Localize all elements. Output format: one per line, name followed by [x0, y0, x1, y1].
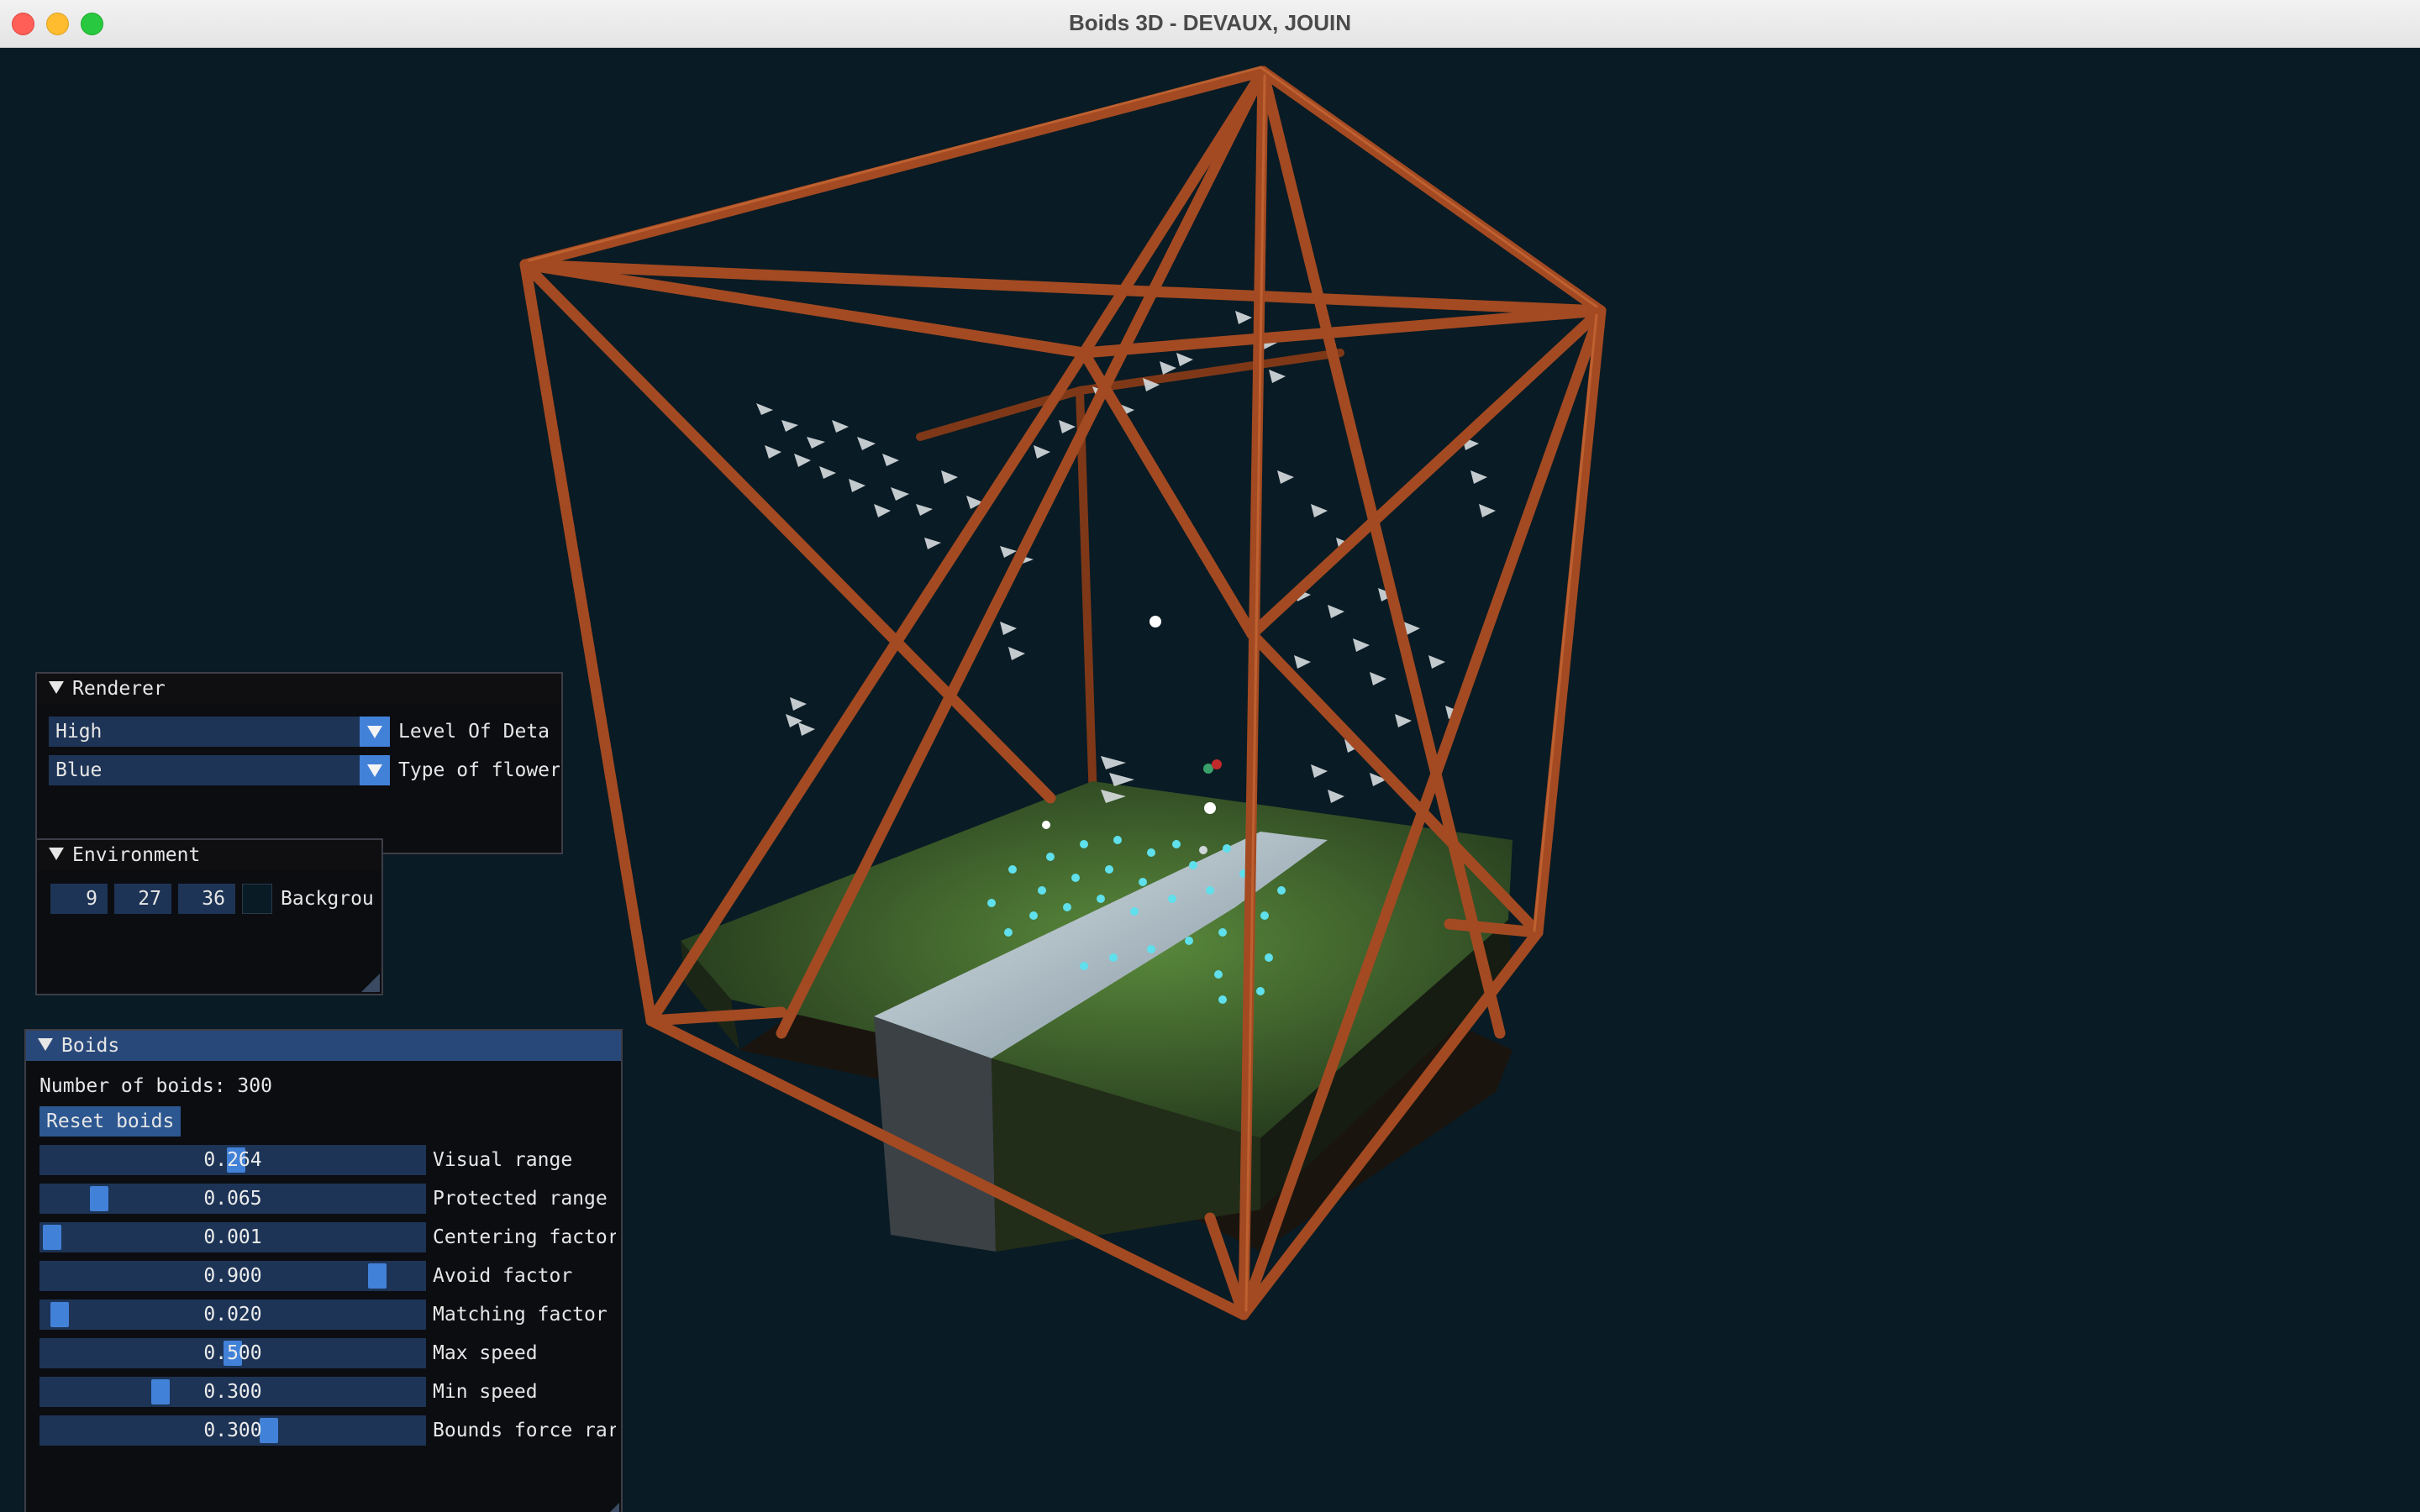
boids-count-text: Number of boids: 300: [39, 1075, 272, 1097]
boids-panel: Boids Number of boids: 300 Reset boids 0…: [24, 1029, 623, 1512]
slider-value: 0.001: [203, 1226, 262, 1248]
min-speed-label: Min speed: [433, 1381, 538, 1403]
3d-viewport[interactable]: Renderer High Level Of Deta Blue Type of…: [0, 48, 2420, 1512]
dropdown-arrow-icon: [360, 755, 390, 785]
resize-grip-icon[interactable]: [601, 1503, 619, 1512]
visual-range-slider[interactable]: 0.264: [39, 1145, 426, 1175]
slider-value: 0.500: [203, 1342, 262, 1364]
background-green-field[interactable]: 27: [114, 884, 171, 914]
slider-value: 0.300: [203, 1381, 262, 1403]
slider-value: 0.264: [203, 1149, 262, 1171]
background-color-label: Backgrou: [281, 888, 374, 910]
background-color-swatch[interactable]: [242, 884, 272, 914]
environment-header-label: Environment: [72, 844, 201, 866]
protected-range-label: Protected range: [433, 1188, 608, 1210]
level-of-detail-label: Level Of Deta: [398, 721, 550, 743]
slider-value: 0.300: [203, 1420, 262, 1441]
protected-range-slider[interactable]: 0.065: [39, 1184, 426, 1214]
bounds-force-range-label: Bounds force rar: [433, 1420, 616, 1441]
avoid-factor-slider[interactable]: 0.900: [39, 1261, 426, 1291]
centering-factor-label: Centering factor: [433, 1226, 616, 1248]
matching-factor-label: Matching factor: [433, 1304, 608, 1326]
window-title: Boids 3D - DEVAUX, JOUIN: [1068, 10, 1352, 35]
resize-grip-icon[interactable]: [361, 974, 380, 992]
matching-factor-slider[interactable]: 0.020: [39, 1299, 426, 1330]
flower-type-value: Blue: [55, 759, 103, 781]
renderer-header-label: Renderer: [72, 678, 166, 700]
renderer-panel: Renderer High Level Of Deta Blue Type of…: [35, 672, 563, 854]
dropdown-arrow-icon: [360, 717, 390, 747]
reset-boids-button[interactable]: Reset boids: [39, 1106, 182, 1137]
collapse-triangle-icon: [49, 681, 64, 694]
visual-range-label: Visual range: [433, 1149, 573, 1171]
avoid-factor-label: Avoid factor: [433, 1265, 573, 1287]
environment-panel: Environment 9 27 36 Backgrou: [35, 838, 383, 995]
boids-header-label: Boids: [61, 1035, 120, 1057]
boids-header[interactable]: Boids: [26, 1031, 621, 1061]
level-of-detail-select[interactable]: High: [49, 717, 390, 747]
collapse-triangle-icon: [49, 848, 64, 860]
max-speed-label: Max speed: [433, 1342, 538, 1364]
max-speed-slider[interactable]: 0.500: [39, 1338, 426, 1368]
background-blue-field[interactable]: 36: [178, 884, 235, 914]
renderer-header[interactable]: Renderer: [37, 674, 561, 704]
centering-factor-slider[interactable]: 0.001: [39, 1222, 426, 1252]
terrain: [681, 781, 1512, 1252]
min-speed-slider[interactable]: 0.300: [39, 1377, 426, 1407]
flower-type-label: Type of flower: [398, 759, 560, 781]
level-of-detail-value: High: [55, 721, 103, 743]
collapse-triangle-icon: [38, 1038, 53, 1051]
flower-type-select[interactable]: Blue: [49, 755, 390, 785]
slider-value: 0.900: [203, 1265, 262, 1287]
background-red-field[interactable]: 9: [50, 884, 108, 914]
window-titlebar: Boids 3D - DEVAUX, JOUIN: [0, 0, 2420, 48]
bounds-force-range-slider[interactable]: 0.300: [39, 1415, 426, 1446]
environment-header[interactable]: Environment: [37, 840, 381, 870]
slider-value: 0.020: [203, 1304, 262, 1326]
slider-value: 0.065: [203, 1188, 262, 1210]
